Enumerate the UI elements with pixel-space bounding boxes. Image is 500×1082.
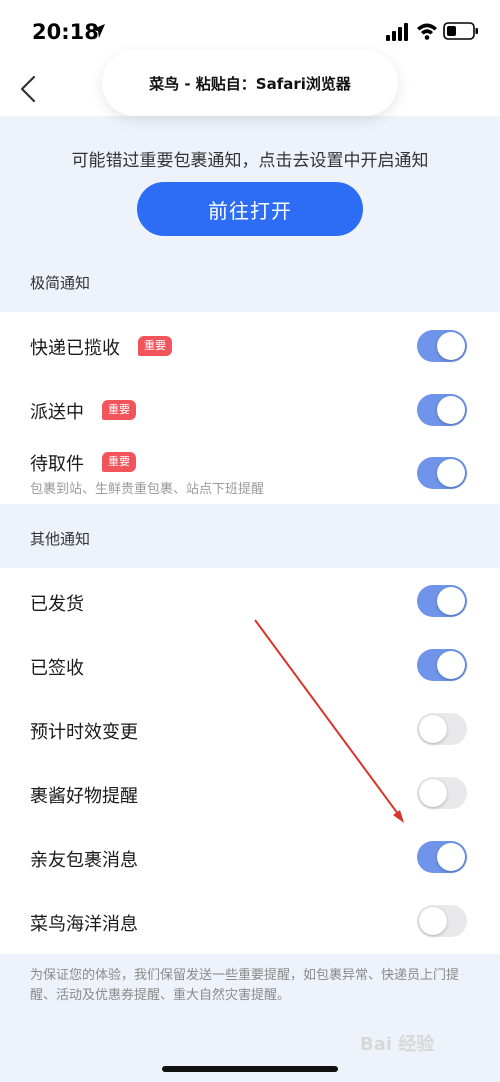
setting-row-signed: 已签收 [0,632,500,696]
battery-icon [443,22,478,40]
setting-label: 派送中 [30,402,84,423]
important-badge: 重要 [138,336,172,356]
location-arrow-icon [91,24,105,38]
setting-description: 包裹到站、生鲜贵重包裹、站点下班提醒 [30,482,265,497]
setting-label: 待取件 [30,454,84,475]
toggle-knob [437,396,465,424]
wifi-icon [417,23,437,40]
setting-row-delivering: 派送中 重要 [0,376,500,440]
toggle-knob [437,332,465,360]
toggle-knob [419,779,447,807]
notification-warning-text: 可能错过重要包裹通知，点击去设置中开启通知 [71,151,429,171]
open-settings-button[interactable]: 前往打开 [137,182,363,236]
setting-label: 亲友包裹消息 [30,850,138,871]
toggle-eta-change[interactable] [417,713,467,745]
footer-disclaimer: 为保证您的体验，我们保留发送一些重要提醒，如包裹异常、快递员上门提醒、活动及优惠… [30,968,460,1003]
setting-row-ocean-message: 菜鸟海洋消息 [0,888,500,952]
setting-row-picked-up: 快递已揽收 重要 [0,312,500,376]
home-indicator[interactable] [162,1066,338,1072]
setting-label: 快递已揽收 [30,338,120,359]
setting-row-family-parcel: 亲友包裹消息 [0,824,500,888]
paste-source-banner: 菜鸟 - 粘贴自：Safari浏览器 [102,50,398,116]
minimal-notifications-card: 快递已揽收 重要 派送中 重要 待取件 重要 包裹到站、生鲜贵重包裹、站点下班提… [0,312,500,504]
section-title-minimal: 极简通知 [30,274,91,292]
setting-label: 预计时效变更 [30,722,138,743]
setting-label: 菜鸟海洋消息 [30,914,138,935]
toggle-knob [419,907,447,935]
toggle-family-parcel[interactable] [417,841,467,873]
toggle-goods-reminder[interactable] [417,777,467,809]
toggle-picked-up[interactable] [417,330,467,362]
setting-row-eta-change: 预计时效变更 [0,696,500,760]
setting-row-shipped: 已发货 [0,568,500,632]
setting-row-goods-reminder: 裹酱好物提醒 [0,760,500,824]
important-badge: 重要 [102,400,136,420]
important-badge: 重要 [102,452,136,472]
toggle-knob [437,459,465,487]
toggle-awaiting-pickup[interactable] [417,457,467,489]
section-title-other: 其他通知 [30,530,91,548]
other-notifications-card: 已发货 已签收 预计时效变更 裹酱好物提醒 亲友包裹消息 菜鸟海洋消息 [0,568,500,954]
toggle-knob [437,587,465,615]
toggle-knob [437,651,465,679]
toggle-delivering[interactable] [417,394,467,426]
cellular-signal-icon [386,23,408,41]
setting-row-awaiting-pickup: 待取件 重要 包裹到站、生鲜贵重包裹、站点下班提醒 [0,440,500,504]
toggle-knob [437,843,465,871]
watermark: Bai 经验 [360,1034,435,1055]
status-time: 20:18 [32,20,99,44]
setting-label: 已发货 [30,594,84,615]
setting-label: 裹酱好物提醒 [30,786,138,807]
toggle-signed[interactable] [417,649,467,681]
setting-label: 已签收 [30,658,84,679]
toggle-knob [419,715,447,743]
toggle-ocean-message[interactable] [417,905,467,937]
toggle-shipped[interactable] [417,585,467,617]
back-chevron-icon[interactable] [14,72,42,106]
